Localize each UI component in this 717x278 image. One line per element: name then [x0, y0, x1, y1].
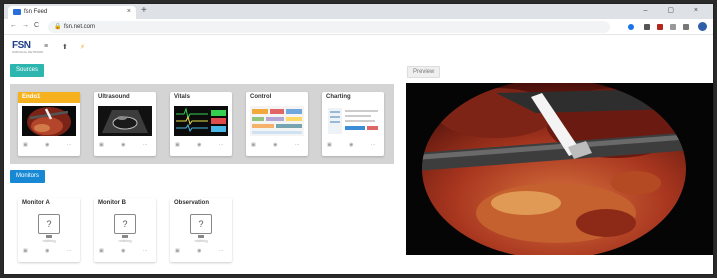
monitor-status: nothing [194, 238, 208, 243]
card-title: Vitals [174, 94, 190, 100]
sources-heading[interactable]: Sources [10, 64, 45, 77]
window-controls[interactable]: – ▢ × [644, 6, 707, 14]
endoscope-feed-image [406, 83, 713, 255]
source-card-control[interactable]: Control ▣ ◉ ⋯ [246, 92, 308, 156]
browser-window: fsn Feed × + – ▢ × ← → C 🔒 fsn.net.com F… [3, 3, 714, 275]
card-actions[interactable]: ▣ ◉ ⋯ [175, 248, 232, 254]
question-icon: ? [122, 219, 128, 229]
monitor-card-observation[interactable]: Observation ? nothing ▣ ◉ ⋯ [170, 198, 232, 262]
control-thumbnail [250, 106, 304, 136]
source-card-charting[interactable]: Charting ▣ ◉ ⋯ [322, 92, 384, 156]
card-actions[interactable]: ▣ ◉ ⋯ [99, 248, 156, 254]
lock-icon: 🔒 [54, 24, 62, 30]
extension-icon[interactable] [644, 24, 650, 30]
card-title: Control [250, 94, 272, 100]
app-header: FSN SURGICAL NETWORK ≡ ⬆ ⚡ [4, 36, 713, 58]
card-title: Endo1 [18, 92, 80, 103]
card-actions[interactable]: ▣ ◉ ⋯ [23, 248, 80, 254]
monitor-placeholder-icon: ? [38, 214, 60, 238]
card-title: Observation [174, 200, 210, 206]
browser-toolbar: ← → C 🔒 fsn.net.com [4, 19, 713, 35]
extensions-puzzle-icon[interactable] [683, 24, 689, 30]
back-button[interactable]: ← [10, 22, 17, 29]
sources-panel: Endo1 ▣ ◉ ⋯ Ultrasound ▣ ◉ ⋯ Vitals ▣ ◉ … [10, 84, 394, 164]
forward-button[interactable]: → [22, 22, 29, 29]
preview-heading: Preview [407, 66, 441, 78]
ultrasound-thumbnail [98, 106, 152, 136]
source-card-vitals[interactable]: Vitals ▣ ◉ ⋯ [170, 92, 232, 156]
reload-button[interactable]: C [34, 22, 39, 29]
monitor-card-b[interactable]: Monitor B ? nothing ▣ ◉ ⋯ [94, 198, 156, 262]
tab-strip: fsn Feed × + – ▢ × [4, 4, 713, 19]
preview-video[interactable] [406, 83, 713, 255]
monitor-status: nothing [118, 238, 132, 243]
vitals-thumbnail [174, 106, 228, 136]
card-title: Monitor A [22, 200, 50, 206]
card-actions[interactable]: ▣ ◉ ⋯ [175, 142, 232, 148]
endoscope-thumbnail [22, 106, 76, 136]
monitors-panel: Monitor A ? nothing ▣ ◉ ⋯ Monitor B ? no… [10, 190, 394, 270]
question-icon: ? [198, 219, 204, 229]
browser-tab[interactable]: fsn Feed × [8, 6, 136, 19]
address-bar[interactable]: 🔒 fsn.net.com [48, 21, 610, 33]
tab-title: fsn Feed [24, 9, 48, 15]
new-tab-button[interactable]: + [141, 5, 147, 17]
source-card-endo1[interactable]: Endo1 ▣ ◉ ⋯ [18, 92, 80, 156]
monitor-card-a[interactable]: Monitor A ? nothing ▣ ◉ ⋯ [18, 198, 80, 262]
menu-icon[interactable]: ≡ [44, 43, 48, 50]
source-card-ultrasound[interactable]: Ultrasound ▣ ◉ ⋯ [94, 92, 156, 156]
monitor-status: nothing [42, 238, 56, 243]
card-actions[interactable]: ▣ ◉ ⋯ [99, 142, 156, 148]
monitor-placeholder-icon: ? [190, 214, 212, 238]
app-logo-subtitle: SURGICAL NETWORK [12, 50, 44, 54]
tab-close-icon[interactable]: × [127, 8, 131, 15]
profile-avatar[interactable] [698, 22, 707, 31]
card-title: Monitor B [98, 200, 126, 206]
card-title: Charting [326, 94, 351, 100]
favicon-icon [13, 9, 21, 15]
charting-thumbnail [326, 106, 380, 136]
monitor-placeholder-icon: ? [114, 214, 136, 238]
monitors-heading[interactable]: Monitors [10, 170, 46, 183]
extension-icon[interactable] [657, 24, 663, 30]
extension-icon[interactable] [670, 24, 676, 30]
url-text: fsn.net.com [64, 24, 96, 30]
card-actions[interactable]: ▣ ◉ ⋯ [23, 142, 80, 148]
question-icon: ? [46, 219, 52, 229]
extension-icon[interactable] [628, 24, 634, 30]
upload-icon[interactable]: ⬆ [62, 43, 68, 51]
card-actions[interactable]: ▣ ◉ ⋯ [251, 142, 308, 148]
card-actions[interactable]: ▣ ◉ ⋯ [327, 142, 384, 148]
power-icon[interactable]: ⚡ [80, 43, 85, 51]
card-title: Ultrasound [98, 94, 130, 100]
